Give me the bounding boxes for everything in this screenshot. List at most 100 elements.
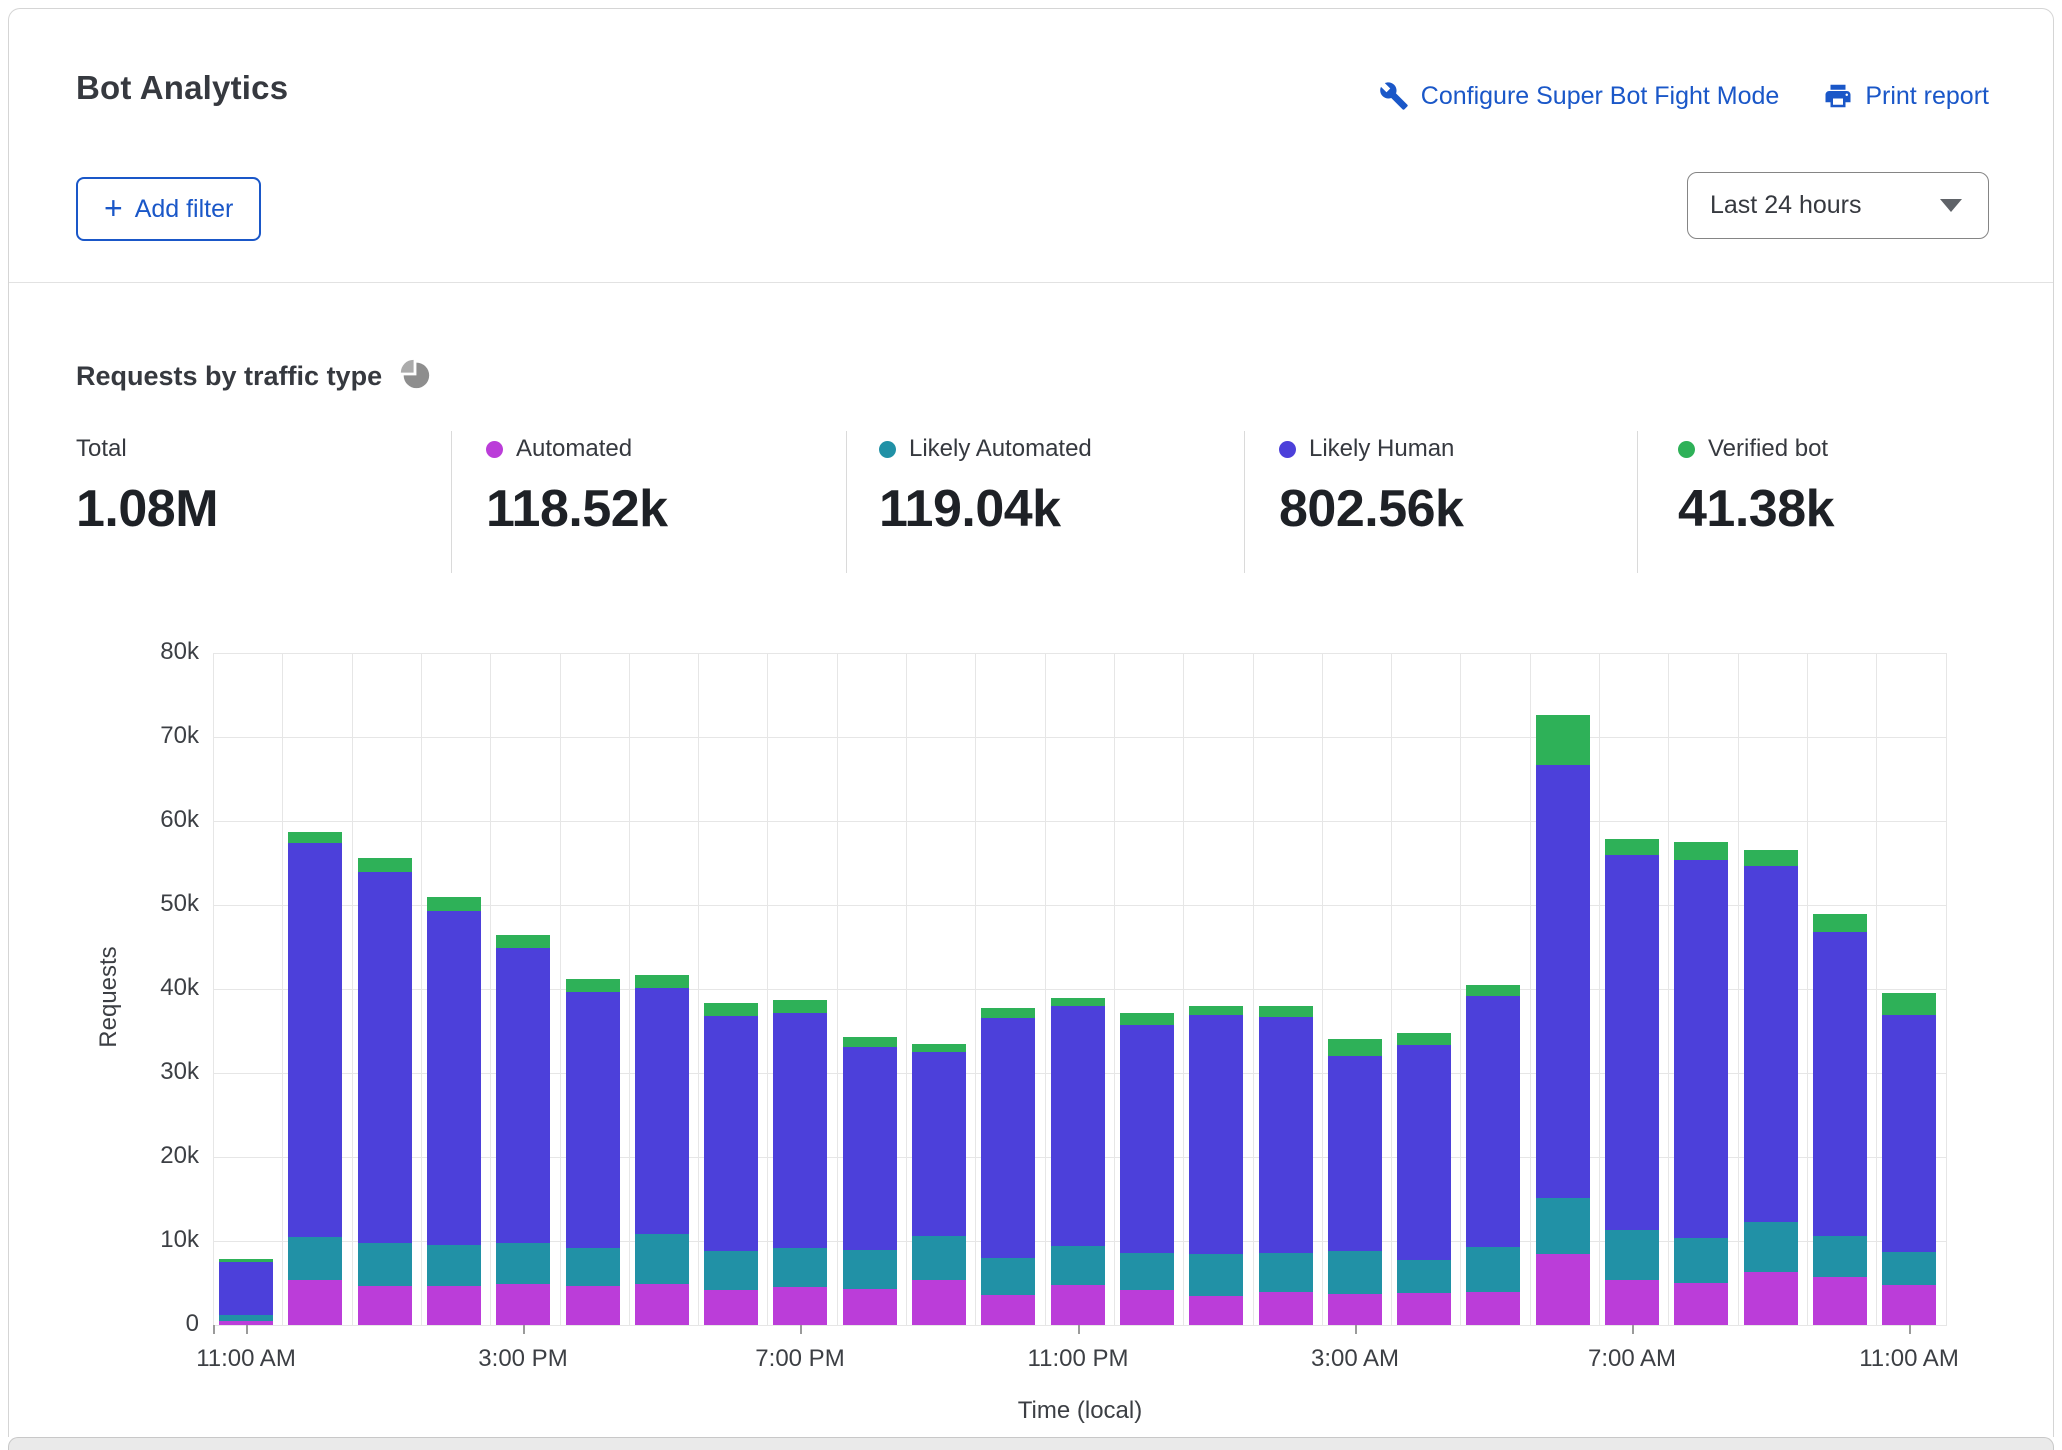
- bar-0[interactable]: [219, 1259, 273, 1325]
- add-filter-button[interactable]: + Add filter: [76, 177, 261, 241]
- segment-likely-human: [704, 1016, 758, 1251]
- bar-10[interactable]: [912, 1044, 966, 1325]
- bar-21[interactable]: [1674, 842, 1728, 1325]
- v-gridline: [421, 653, 422, 1325]
- axis-tick: [523, 1325, 525, 1334]
- segment-likely-automated: [1813, 1236, 1867, 1277]
- segment-likely-automated: [1189, 1254, 1243, 1296]
- bar-9[interactable]: [843, 1037, 897, 1325]
- segment-likely-automated: [1120, 1253, 1174, 1290]
- segment-verified-bot: [566, 979, 620, 992]
- segment-automated: [704, 1290, 758, 1325]
- axis-tick: [246, 1325, 248, 1334]
- v-gridline: [1391, 653, 1392, 1325]
- v-gridline: [352, 653, 353, 1325]
- segment-automated: [912, 1280, 966, 1325]
- v-gridline: [837, 653, 838, 1325]
- bar-11[interactable]: [981, 1008, 1035, 1325]
- printer-icon: [1823, 81, 1853, 111]
- stat-likely-automated: Likely Automated 119.04k: [879, 433, 1092, 539]
- v-gridline: [1322, 653, 1323, 1325]
- print-report-link[interactable]: Print report: [1823, 81, 1989, 111]
- axis-tick: [800, 1325, 802, 1334]
- h-gridline: [213, 653, 1947, 654]
- likely-automated-legend-dot: [879, 441, 896, 458]
- bar-4[interactable]: [496, 935, 550, 1325]
- segment-likely-automated: [981, 1258, 1035, 1295]
- segment-verified-bot: [773, 1000, 827, 1013]
- bar-14[interactable]: [1189, 1006, 1243, 1325]
- v-gridline: [490, 653, 491, 1325]
- segment-verified-bot: [1051, 998, 1105, 1006]
- stat-automated-value: 118.52k: [486, 479, 668, 539]
- likely-human-legend-dot: [1279, 441, 1296, 458]
- v-gridline: [1668, 653, 1669, 1325]
- bar-22[interactable]: [1744, 850, 1798, 1325]
- v-gridline: [560, 653, 561, 1325]
- y-tick-label: 70k: [9, 722, 199, 750]
- v-gridline: [1460, 653, 1461, 1325]
- bar-24[interactable]: [1882, 993, 1936, 1325]
- v-gridline: [1876, 653, 1877, 1325]
- page-title: Bot Analytics: [76, 69, 288, 107]
- stat-likely-human: Likely Human 802.56k: [1279, 433, 1463, 539]
- verified-bot-legend-dot: [1678, 441, 1695, 458]
- wrench-icon: [1379, 81, 1409, 111]
- segment-likely-human: [1328, 1056, 1382, 1251]
- configure-super-bot-fight-mode-link[interactable]: Configure Super Bot Fight Mode: [1379, 81, 1780, 111]
- bar-2[interactable]: [358, 858, 412, 1325]
- segment-automated: [1120, 1290, 1174, 1325]
- segment-likely-human: [1882, 1015, 1936, 1252]
- segment-automated: [1259, 1292, 1313, 1325]
- segment-likely-human: [912, 1052, 966, 1236]
- bar-20[interactable]: [1605, 839, 1659, 1325]
- segment-likely-automated: [1674, 1238, 1728, 1283]
- bar-12[interactable]: [1051, 998, 1105, 1325]
- segment-automated: [981, 1295, 1035, 1325]
- bar-18[interactable]: [1466, 985, 1520, 1325]
- segment-verified-bot: [1328, 1039, 1382, 1056]
- segment-likely-human: [1813, 932, 1867, 1236]
- segment-verified-bot: [288, 832, 342, 843]
- x-tick-label: 11:00 AM: [1859, 1345, 1959, 1373]
- bar-17[interactable]: [1397, 1033, 1451, 1325]
- y-tick-label: 30k: [9, 1058, 199, 1086]
- stat-automated: Automated 118.52k: [486, 433, 668, 539]
- bot-analytics-card: Bot Analytics Configure Super Bot Fight …: [8, 8, 2054, 1437]
- segment-likely-automated: [427, 1245, 481, 1286]
- segment-likely-human: [1744, 866, 1798, 1222]
- segment-likely-automated: [358, 1243, 412, 1286]
- segment-likely-human: [566, 992, 620, 1248]
- bar-15[interactable]: [1259, 1006, 1313, 1325]
- bar-19[interactable]: [1536, 715, 1590, 1325]
- segment-likely-human: [1397, 1045, 1451, 1260]
- bar-8[interactable]: [773, 1000, 827, 1325]
- bar-16[interactable]: [1328, 1039, 1382, 1325]
- segment-verified-bot: [704, 1003, 758, 1016]
- next-section-edge: [8, 1437, 2054, 1450]
- segment-likely-automated: [1259, 1253, 1313, 1292]
- bar-13[interactable]: [1120, 1013, 1174, 1325]
- segment-likely-human: [635, 988, 689, 1234]
- segment-likely-automated: [1536, 1198, 1590, 1254]
- v-gridline: [1946, 653, 1947, 1325]
- segment-automated: [1813, 1277, 1867, 1325]
- stat-likely-human-value: 802.56k: [1279, 479, 1463, 539]
- bar-23[interactable]: [1813, 914, 1867, 1325]
- bar-3[interactable]: [427, 897, 481, 1325]
- segment-verified-bot: [1397, 1033, 1451, 1045]
- stat-likely-human-label: Likely Human: [1309, 435, 1454, 463]
- x-axis-labels: 11:00 AM3:00 PM7:00 PM11:00 PM3:00 AM7:0…: [213, 1345, 1947, 1379]
- time-range-value: Last 24 hours: [1710, 191, 1940, 220]
- bar-7[interactable]: [704, 1003, 758, 1325]
- segment-verified-bot: [1466, 985, 1520, 996]
- bar-5[interactable]: [566, 979, 620, 1325]
- bar-1[interactable]: [288, 832, 342, 1325]
- y-axis-labels: 010k20k30k40k50k60k70k80k: [9, 653, 199, 1353]
- segment-likely-human: [1120, 1025, 1174, 1253]
- segment-verified-bot: [1120, 1013, 1174, 1025]
- segment-verified-bot: [1882, 993, 1936, 1015]
- bar-6[interactable]: [635, 975, 689, 1325]
- time-range-select[interactable]: Last 24 hours: [1687, 172, 1989, 239]
- segment-automated: [427, 1286, 481, 1325]
